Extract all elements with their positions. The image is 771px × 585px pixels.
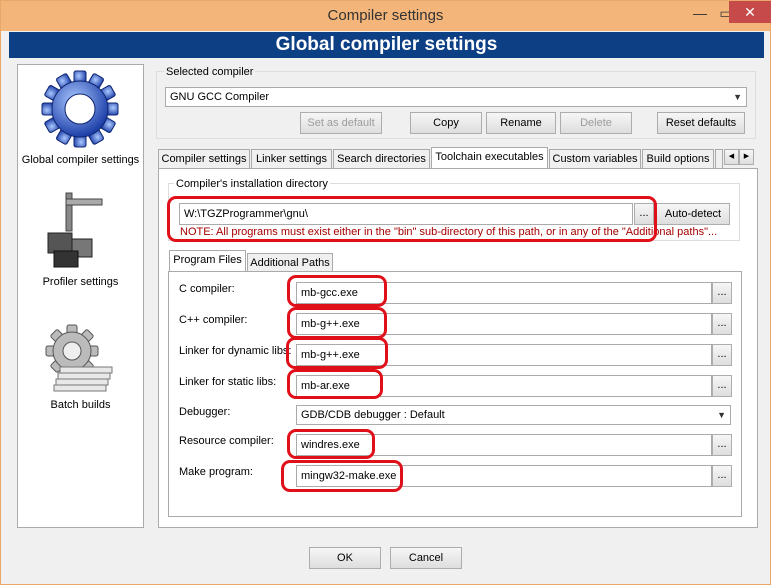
static-linker-input[interactable]: mb-ar.exe xyxy=(296,375,712,397)
tab-linker-settings[interactable]: Linker settings xyxy=(251,149,332,168)
c-compiler-input[interactable]: mb-gcc.exe xyxy=(296,282,712,304)
dynamic-linker-label: Linker for dynamic libs: xyxy=(179,345,292,357)
make-program-label: Make program: xyxy=(179,466,253,478)
tab-build-options[interactable]: Build options xyxy=(642,149,714,168)
debugger-select[interactable]: GDB/CDB debugger : Default ▼ xyxy=(296,405,731,425)
cpp-compiler-input[interactable]: mb-g++.exe xyxy=(296,313,712,335)
subtab-additional-paths[interactable]: Additional Paths xyxy=(247,253,333,272)
resource-compiler-label: Resource compiler: xyxy=(179,435,274,447)
tab-scroll-left-button[interactable]: ◀ xyxy=(724,149,739,165)
title-bar[interactable]: Compiler settings — ▭ ✕ xyxy=(1,1,771,31)
sidebar-item-batch-builds[interactable]: Batch builds xyxy=(18,399,143,411)
sidebar-item-global-compiler-settings[interactable]: Global compiler settings xyxy=(18,154,143,166)
installation-directory-label: Compiler's installation directory xyxy=(174,178,330,190)
category-list: Global compiler settings Profiler settin… xyxy=(17,64,144,528)
tab-overflow[interactable] xyxy=(715,149,723,168)
sidebar-item-profiler-settings[interactable]: Profiler settings xyxy=(18,276,143,288)
installation-note: NOTE: All programs must exist either in … xyxy=(180,226,718,238)
tab-compiler-settings[interactable]: Compiler settings xyxy=(158,149,250,168)
tab-custom-variables[interactable]: Custom variables xyxy=(549,149,641,168)
cpp-compiler-label: C++ compiler: xyxy=(179,314,248,326)
rename-button[interactable]: Rename xyxy=(486,112,556,134)
cancel-button[interactable]: Cancel xyxy=(390,547,462,569)
dynamic-linker-input[interactable]: mb-g++.exe xyxy=(296,344,712,366)
compiler-select[interactable]: GNU GCC Compiler ▼ xyxy=(165,87,747,107)
debugger-label: Debugger: xyxy=(179,406,231,418)
compiler-select-value: GNU GCC Compiler xyxy=(170,91,270,103)
tab-scroll-right-button[interactable]: ▶ xyxy=(739,149,754,165)
reset-defaults-button[interactable]: Reset defaults xyxy=(657,112,745,134)
set-as-default-button[interactable]: Set as default xyxy=(300,112,382,134)
stack-gear-icon[interactable] xyxy=(42,323,117,398)
static-linker-browse-button[interactable]: ... xyxy=(712,375,732,397)
delete-button[interactable]: Delete xyxy=(560,112,632,134)
selected-compiler-label: Selected compiler xyxy=(164,66,256,78)
minimize-button[interactable]: — xyxy=(687,3,713,23)
cpp-compiler-browse-button[interactable]: ... xyxy=(712,313,732,335)
caliper-icon[interactable] xyxy=(44,191,114,271)
subtab-program-files[interactable]: Program Files xyxy=(169,250,246,271)
debugger-select-value: GDB/CDB debugger : Default xyxy=(301,409,445,421)
resource-compiler-input[interactable]: windres.exe xyxy=(296,434,712,456)
tab-toolchain-executables[interactable]: Toolchain executables xyxy=(431,147,548,169)
window-title: Compiler settings xyxy=(327,7,444,24)
installation-directory-input[interactable]: W:\TGZProgrammer\gnu\ xyxy=(179,203,633,225)
installation-directory-browse-button[interactable]: ... xyxy=(634,203,654,225)
ok-button[interactable]: OK xyxy=(309,547,381,569)
page-header: Global compiler settings xyxy=(9,32,764,58)
make-program-browse-button[interactable]: ... xyxy=(712,465,732,487)
chevron-down-icon: ▼ xyxy=(733,92,742,102)
static-linker-label: Linker for static libs: xyxy=(179,376,277,388)
dynamic-linker-browse-button[interactable]: ... xyxy=(712,344,732,366)
gear-icon[interactable] xyxy=(40,69,120,149)
close-button[interactable]: ✕ xyxy=(729,1,771,23)
make-program-input[interactable]: mingw32-make.exe xyxy=(296,465,712,487)
tab-search-directories[interactable]: Search directories xyxy=(333,149,430,168)
chevron-down-icon: ▼ xyxy=(717,410,726,420)
auto-detect-button[interactable]: Auto-detect xyxy=(656,203,730,225)
copy-button[interactable]: Copy xyxy=(410,112,482,134)
c-compiler-label: C compiler: xyxy=(179,283,235,295)
c-compiler-browse-button[interactable]: ... xyxy=(712,282,732,304)
compiler-settings-window: Compiler settings — ▭ ✕ Global compiler … xyxy=(0,0,771,585)
resource-compiler-browse-button[interactable]: ... xyxy=(712,434,732,456)
